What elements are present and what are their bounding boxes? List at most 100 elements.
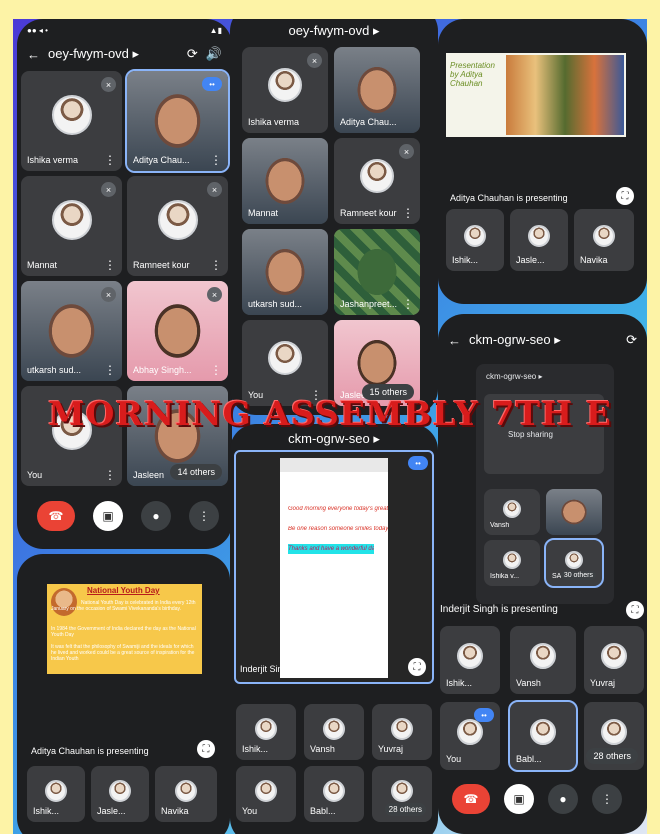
participant-tile[interactable]: You [236, 766, 296, 822]
participant-tile[interactable]: × Ishika verma [242, 47, 328, 133]
participant-name: Ishika verma [27, 155, 79, 165]
participant-name: Jashanpreet... [340, 299, 398, 309]
participant-tile[interactable]: Vansh [484, 489, 540, 535]
participant-tile[interactable]: Jasle... [91, 766, 149, 822]
mic-off-icon: × [207, 287, 222, 302]
speaking-icon: •• [408, 456, 428, 470]
avatar [391, 717, 413, 740]
participant-tile[interactable]: × Ramneet kour ⋮ [127, 176, 228, 276]
participant-name: Ishika v... [490, 573, 520, 580]
avatar [109, 779, 131, 802]
participant-tile[interactable]: Vansh [510, 626, 576, 694]
participant-tile[interactable]: Ishik... [27, 766, 85, 822]
more-options-icon[interactable]: ⋮ [210, 154, 222, 166]
others-count-badge[interactable]: 30 others [560, 571, 596, 580]
collage-frame: ●● ◂ • ▲▮ ← oey-fwym-ovd ▸ ⟳ 🔊 × Ishika … [13, 19, 647, 834]
more-options-icon[interactable]: ⋮ [104, 154, 116, 166]
participant-tile[interactable] [546, 489, 602, 535]
mic-icon[interactable]: ● [141, 501, 171, 531]
participant-name: You [446, 754, 462, 764]
end-call-icon[interactable]: ☎ [452, 784, 490, 814]
participant-tile[interactable]: Ishik... [236, 704, 296, 760]
collage-title: MORNING ASSEMBLY 7TH E [48, 394, 612, 433]
participant-name: Ishika verma [248, 117, 300, 127]
participant-tile[interactable]: Jasle... [510, 209, 568, 271]
back-arrow-icon[interactable]: ← [448, 333, 461, 348]
fullscreen-icon[interactable]: ⛶ [616, 187, 634, 205]
more-options-icon[interactable]: ⋮ [104, 259, 116, 271]
avatar [175, 779, 197, 802]
avatar [360, 158, 394, 193]
more-options-icon[interactable]: ⋮ [104, 364, 116, 376]
participant-tile[interactable]: Babl... [304, 766, 364, 822]
participant-tile[interactable]: SA 30 others [544, 538, 604, 588]
participant-tile[interactable]: × Abhay Singh... ⋮ [127, 281, 228, 381]
more-options-icon[interactable]: ⋮ [210, 259, 222, 271]
meeting-code[interactable]: oey-fwym-ovd ▸ [48, 46, 139, 62]
mic-icon[interactable]: ● [548, 784, 578, 814]
end-call-icon[interactable]: ☎ [37, 501, 75, 531]
avatar [601, 718, 627, 745]
participant-tile[interactable]: utkarsh sud... [242, 229, 328, 315]
more-options-icon[interactable]: ⋮ [402, 298, 414, 310]
participant-tile[interactable]: Aditya Chau... [334, 47, 420, 133]
participant-name: Ramneet kour [340, 208, 397, 218]
participant-tile[interactable]: × utkarsh sud... ⋮ [21, 281, 122, 381]
more-vert-icon[interactable]: ⋮ [592, 784, 622, 814]
participant-tile[interactable]: Ishik... [446, 209, 504, 271]
flip-camera-icon[interactable]: ⟳ [187, 46, 198, 62]
participant-tile[interactable]: Jashanpreet... ⋮ [334, 229, 420, 315]
avatar [565, 551, 583, 570]
others-count-badge[interactable]: 14 others [170, 464, 222, 480]
participant-tile[interactable]: Mannat [242, 138, 328, 224]
participant-tile[interactable]: × Ramneet kour ⋮ [334, 138, 420, 224]
more-vert-icon[interactable]: ⋮ [189, 501, 219, 531]
fullscreen-icon[interactable]: ⛶ [197, 740, 215, 758]
slide-collage-image [506, 55, 624, 135]
meeting-code[interactable]: ckm-ogrw-seo ▸ [469, 332, 561, 348]
fullscreen-icon[interactable]: ⛶ [408, 658, 426, 676]
meet-phone-5: ckm-ogrw-seo ▸ •• Good morning everyone … [230, 424, 438, 834]
participant-tile[interactable]: Vansh [304, 704, 364, 760]
camera-off-icon[interactable]: ▣ [504, 784, 534, 814]
others-count-badge[interactable]: 28 others [586, 748, 638, 764]
participant-name: Jasle... [97, 806, 126, 816]
participant-name: You [242, 806, 258, 816]
signal-icon: ▲▮ [209, 25, 222, 35]
participant-tile[interactable]: 28 others [584, 702, 644, 770]
participant-tile[interactable]: Babl... [508, 700, 578, 772]
participant-tile[interactable]: × Ishika verma ⋮ [21, 71, 122, 171]
participant-name: Vansh [490, 522, 510, 529]
others-count-badge[interactable]: 28 others [384, 803, 426, 816]
participant-tile[interactable]: Ishika v... [484, 540, 540, 586]
speaker-icon[interactable]: 🔊 [206, 46, 222, 62]
back-arrow-icon[interactable]: ← [27, 47, 40, 62]
camera-off-icon[interactable]: ▣ [93, 501, 123, 531]
participant-tile[interactable]: Ishik... [440, 626, 500, 694]
meeting-code[interactable]: ckm-ogrw-seo ▸ [288, 431, 380, 447]
participant-tile[interactable]: •• Aditya Chau... ⋮ [125, 69, 230, 173]
avatar [503, 500, 521, 519]
meeting-code[interactable]: oey-fwym-ovd ▸ [288, 23, 379, 39]
more-options-icon[interactable]: ⋮ [402, 207, 414, 219]
participant-tile[interactable]: Yuvraj [372, 704, 432, 760]
avatar [601, 642, 627, 669]
participant-tile[interactable]: Navika [155, 766, 217, 822]
participant-name: Mannat [248, 208, 279, 218]
slide-bullet: National Youth Day is celebrated in Indi… [51, 600, 196, 612]
participant-tile[interactable]: Yuvraj [584, 626, 644, 694]
presenting-label: Aditya Chauhan is presenting [31, 746, 149, 756]
more-options-icon[interactable]: ⋮ [104, 469, 116, 481]
flip-camera-icon[interactable]: ⟳ [626, 332, 637, 348]
participant-name: Babl... [516, 754, 542, 764]
fullscreen-icon[interactable]: ⛶ [626, 601, 644, 619]
participant-tile[interactable]: •• You [440, 702, 500, 770]
participant-tile[interactable]: 28 others [372, 766, 432, 822]
status-icons: ●● ◂ • [27, 25, 48, 35]
participant-tile[interactable]: Navika [574, 209, 634, 271]
participant-name: Ishik... [242, 744, 269, 754]
avatar [323, 779, 345, 802]
participant-name: SA [552, 573, 562, 580]
more-options-icon[interactable]: ⋮ [210, 364, 222, 376]
participant-tile[interactable]: × Mannat ⋮ [21, 176, 122, 276]
